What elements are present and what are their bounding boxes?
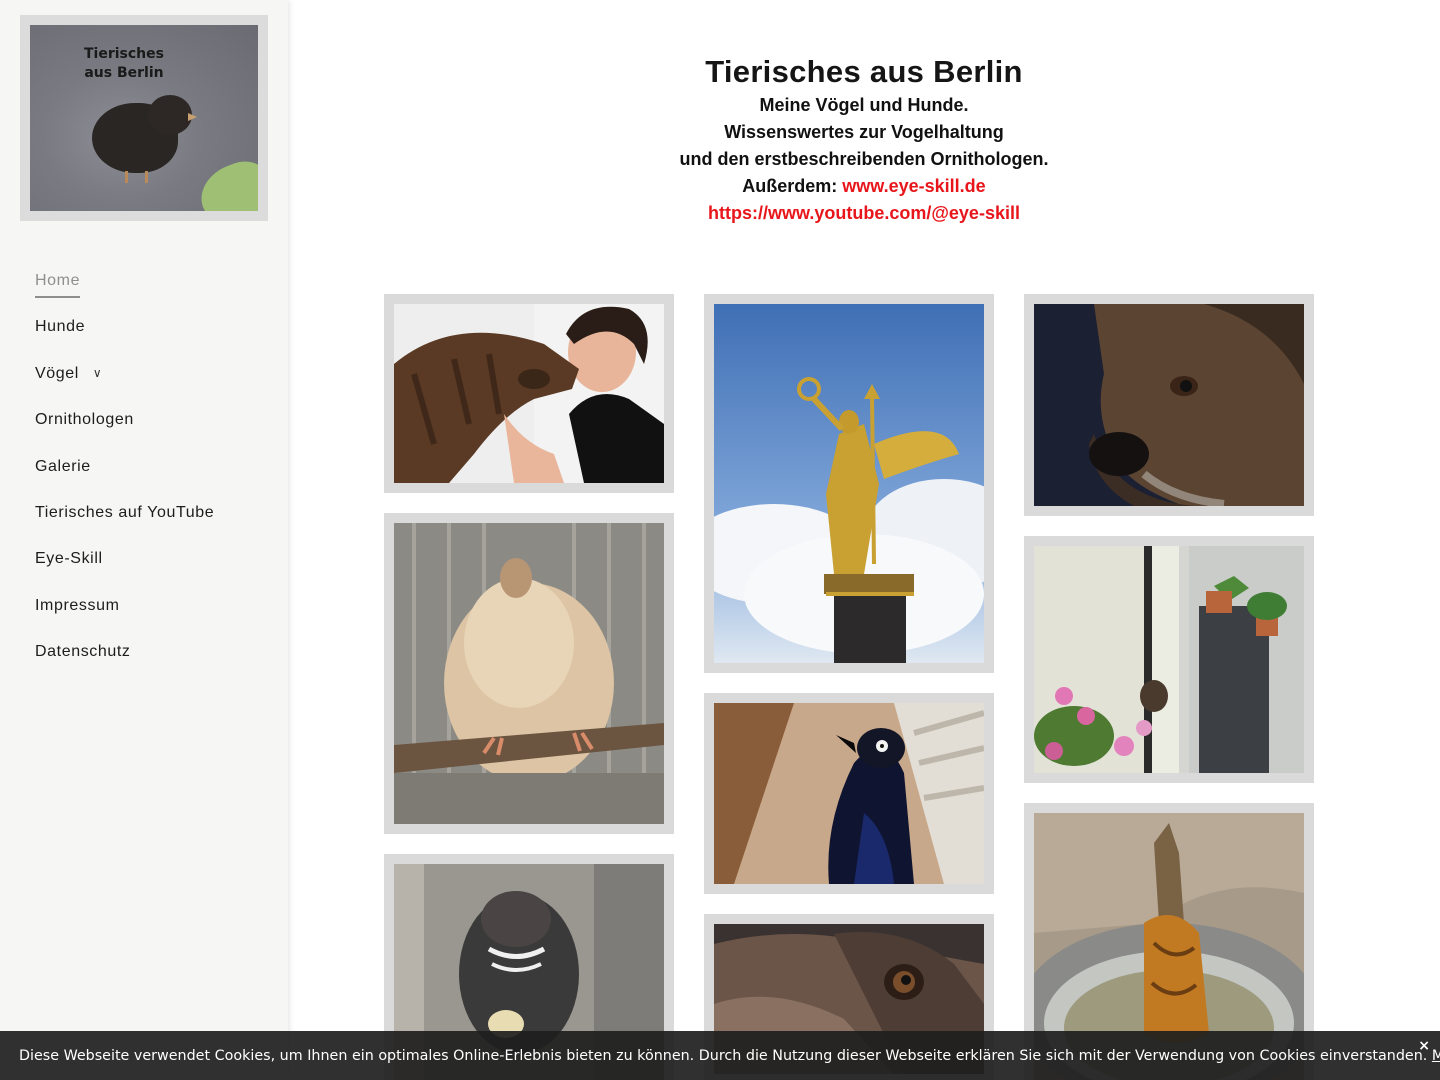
chevron-down-icon[interactable]: ∨ <box>93 366 102 380</box>
sidebar: Tierisches aus Berlin Home Hunde Vögel ∨ … <box>0 0 288 1080</box>
nav-item-voegel[interactable]: Vögel ∨ <box>35 355 214 401</box>
page-header: Tierisches aus Berlin Meine Vögel und Hu… <box>288 52 1440 227</box>
logo-chick-image: Tierisches aus Berlin <box>30 25 258 211</box>
gallery-tile[interactable] <box>384 513 674 834</box>
close-icon[interactable]: × <box>1418 1038 1430 1054</box>
cookie-banner: Diese Webseite verwendet Cookies, um Ihn… <box>0 1031 1440 1080</box>
intro-line-4: Außerdem: www.eye-skill.de <box>742 176 986 196</box>
intro-line-5: https://www.youtube.com/@eye-skill <box>288 200 1440 227</box>
victory-column-statue-photo <box>714 304 984 663</box>
cookie-text: Diese Webseite verwendet Cookies, um Ihn… <box>19 1048 1432 1064</box>
nav-item-hunde[interactable]: Hunde <box>35 308 214 354</box>
balcony-dog-flowers-photo <box>1034 546 1304 773</box>
youtube-link[interactable]: https://www.youtube.com/@eye-skill <box>708 203 1020 223</box>
page-title: Tierisches aus Berlin <box>705 54 1023 89</box>
nav-item-home[interactable]: Home <box>35 262 214 308</box>
gallery-tile[interactable] <box>704 693 994 894</box>
fluffy-bird-photo <box>394 523 664 824</box>
intro-line-2: Wissenswertes zur Vogelhaltung <box>724 122 1004 142</box>
dog-portrait-photo <box>1034 304 1304 506</box>
eye-skill-link[interactable]: www.eye-skill.de <box>842 176 985 196</box>
site-logo[interactable]: Tierisches aus Berlin <box>20 15 268 221</box>
gallery-tile[interactable] <box>1024 536 1314 783</box>
nav-item-youtube[interactable]: Tierisches auf YouTube <box>35 494 214 540</box>
gallery-tile[interactable] <box>1024 294 1314 516</box>
gallery-column-2 <box>704 294 994 1080</box>
nav-item-datenschutz[interactable]: Datenschutz <box>35 633 214 679</box>
gallery-column-1 <box>384 294 674 1080</box>
nav-item-impressum[interactable]: Impressum <box>35 587 214 633</box>
intro-line-1: Meine Vögel und Hunde. <box>759 95 969 115</box>
logo-text: Tierisches aus Berlin <box>84 46 164 81</box>
main-nav: Home Hunde Vögel ∨ Ornithologen Galerie T… <box>35 262 214 680</box>
gallery-tile[interactable] <box>704 294 994 673</box>
nav-item-eye-skill[interactable]: Eye-Skill <box>35 540 214 586</box>
nav-item-galerie[interactable]: Galerie <box>35 448 214 494</box>
blackbird-photo <box>714 703 984 884</box>
intro-line-3: und den erstbeschreibenden Ornithologen. <box>679 149 1049 169</box>
gallery-column-3 <box>1024 294 1314 1080</box>
gallery-tile[interactable] <box>384 294 674 493</box>
dog-kissing-woman-photo <box>394 304 664 483</box>
nav-item-ornithologen[interactable]: Ornithologen <box>35 401 214 447</box>
more-info-link[interactable]: Mehr Infos <box>1432 1048 1440 1064</box>
